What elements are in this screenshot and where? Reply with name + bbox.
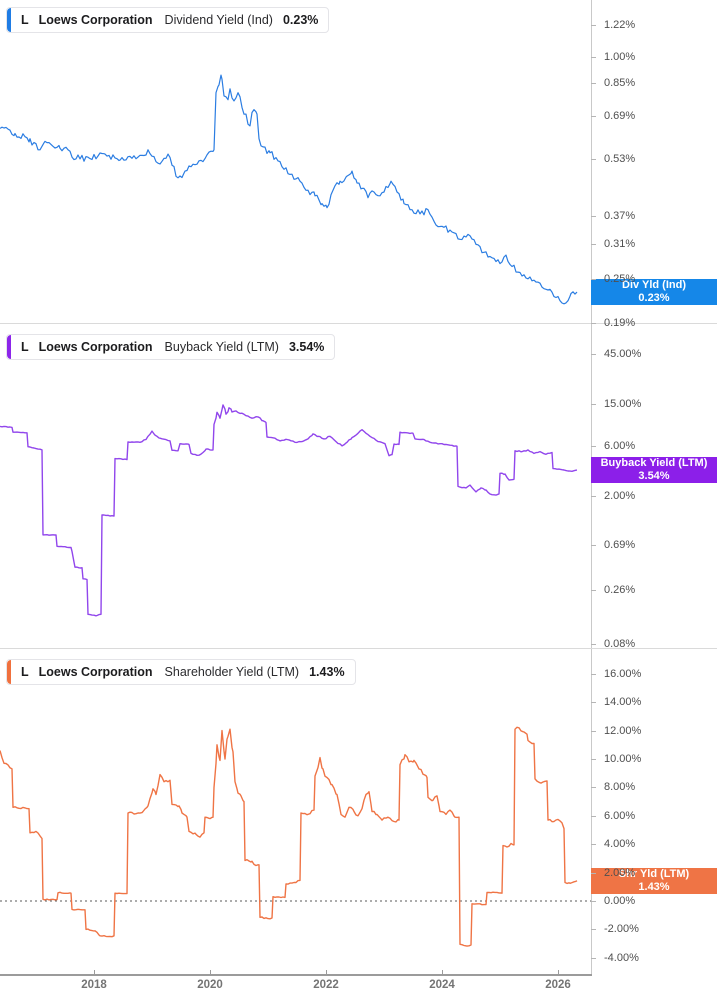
badge-line2: 0.23%: [638, 292, 670, 304]
y-tick-mark: [591, 873, 596, 874]
badge-line2: 3.54%: [638, 470, 670, 482]
y-tick-label: 12.00%: [604, 725, 642, 737]
y-tick-label: 1.00%: [604, 51, 636, 63]
ticker-label: L: [21, 13, 29, 27]
y-tick-mark: [591, 816, 596, 817]
y-tick-label: 0.85%: [604, 77, 636, 89]
y-tick-label: 6.00%: [604, 810, 636, 822]
y-tick-mark: [591, 590, 596, 591]
y-tick-mark: [591, 731, 596, 732]
x-axis-label: 2020: [197, 979, 223, 991]
y-tick-mark: [591, 279, 596, 280]
y-tick-mark: [591, 446, 596, 447]
header-pill-dividend-yield[interactable]: L Loews Corporation Dividend Yield (Ind)…: [6, 7, 330, 33]
y-tick-label: 15.00%: [604, 398, 642, 410]
y-tick-mark: [591, 702, 596, 703]
y-tick-label: 2.00%: [604, 867, 636, 879]
company-name: Loews Corporation: [38, 340, 153, 354]
x-tick-mark: [94, 970, 95, 974]
y-tick-mark: [591, 25, 596, 26]
y-tick-label: 0.69%: [604, 539, 636, 551]
x-tick-mark: [558, 970, 559, 974]
company-name: Loews Corporation: [38, 665, 153, 679]
y-tick-label: 0.31%: [604, 238, 636, 250]
y-tick-mark: [591, 323, 596, 324]
y-tick-mark: [591, 116, 596, 117]
metric-name: Buyback Yield (LTM): [164, 340, 279, 354]
ticker-label: L: [21, 340, 29, 354]
accent-bar: [7, 335, 11, 359]
ticker-label: L: [21, 665, 29, 679]
y-tick-mark: [591, 901, 596, 902]
y-tick-label: 0.69%: [604, 110, 636, 122]
x-axis-label: 2018: [81, 979, 107, 991]
x-axis-label: 2026: [545, 979, 571, 991]
y-tick-label: 14.00%: [604, 696, 642, 708]
y-tick-label: 0.37%: [604, 210, 636, 222]
y-tick-label: 0.19%: [604, 317, 636, 329]
y-tick-mark: [591, 83, 596, 84]
chart-plot-area-shareholder-yield[interactable]: [0, 648, 591, 974]
y-tick-mark: [591, 354, 596, 355]
metric-name: Shareholder Yield (LTM): [164, 665, 300, 679]
y-tick-mark: [591, 644, 596, 645]
y-tick-label: 0.25%: [604, 273, 636, 285]
x-tick-mark: [326, 970, 327, 974]
y-tick-label: 1.22%: [604, 19, 636, 31]
y-tick-mark: [591, 674, 596, 675]
x-tick-mark: [210, 970, 211, 974]
y-tick-mark: [591, 159, 596, 160]
y-tick-mark: [591, 958, 596, 959]
series-line-buyback-yield: [0, 404, 578, 617]
chart-plot-area-buyback-yield[interactable]: [0, 323, 591, 648]
x-tick-mark: [442, 970, 443, 974]
y-tick-mark: [591, 759, 596, 760]
y-tick-mark: [591, 844, 596, 845]
y-tick-mark: [591, 216, 596, 217]
x-axis-line: [0, 974, 592, 976]
series-line-dividend-yield: [0, 74, 578, 305]
x-axis-label: 2022: [313, 979, 339, 991]
y-tick-label: 8.00%: [604, 781, 636, 793]
header-pill-buyback-yield[interactable]: L Loews Corporation Buyback Yield (LTM) …: [6, 334, 336, 360]
accent-bar: [7, 8, 11, 32]
y-tick-label: -4.00%: [604, 952, 639, 964]
metric-name: Dividend Yield (Ind): [164, 13, 273, 27]
plot-stack: [0, 0, 591, 974]
y-tick-label: 45.00%: [604, 348, 642, 360]
y-tick-label: 0.00%: [604, 895, 636, 907]
y-tick-label: 2.00%: [604, 490, 636, 502]
y-tick-mark: [591, 57, 596, 58]
y-tick-label: 0.08%: [604, 638, 636, 650]
accent-bar: [7, 660, 11, 684]
y-tick-label: 16.00%: [604, 668, 642, 680]
metric-value: 1.43%: [309, 665, 345, 679]
header-pill-shareholder-yield[interactable]: L Loews Corporation Shareholder Yield (L…: [6, 659, 356, 685]
y-tick-mark: [591, 787, 596, 788]
y-tick-mark: [591, 929, 596, 930]
badge-line2: 1.43%: [638, 881, 670, 893]
x-time-axis[interactable]: 2018 2020 2022 2024 2026: [0, 970, 717, 1005]
y-tick-mark: [591, 404, 596, 405]
y-tick-label: 4.00%: [604, 838, 636, 850]
chart-plot-area-dividend-yield[interactable]: [0, 0, 591, 323]
company-name: Loews Corporation: [38, 13, 153, 27]
right-price-axis[interactable]: Div Yld (Ind) 0.23% Buyback Yield (LTM) …: [591, 0, 717, 974]
series-line-shareholder-yield: [0, 726, 578, 947]
metric-value: 0.23%: [282, 13, 319, 27]
y-tick-label: 0.26%: [604, 584, 636, 596]
axis-badge-buyback-yield: Buyback Yield (LTM) 3.54%: [591, 457, 717, 483]
metric-value: 3.54%: [288, 340, 325, 354]
y-tick-label: 0.53%: [604, 153, 636, 165]
y-tick-label: 10.00%: [604, 753, 642, 765]
y-tick-mark: [591, 545, 596, 546]
x-axis-label: 2024: [429, 979, 455, 991]
y-tick-mark: [591, 496, 596, 497]
y-tick-mark: [591, 244, 596, 245]
y-tick-label: 6.00%: [604, 440, 636, 452]
y-tick-label: -2.00%: [604, 923, 639, 935]
axis-line: [591, 0, 592, 974]
badge-line1: Buyback Yield (LTM): [600, 457, 708, 469]
chart-app: L Loews Corporation Dividend Yield (Ind)…: [0, 0, 717, 1005]
